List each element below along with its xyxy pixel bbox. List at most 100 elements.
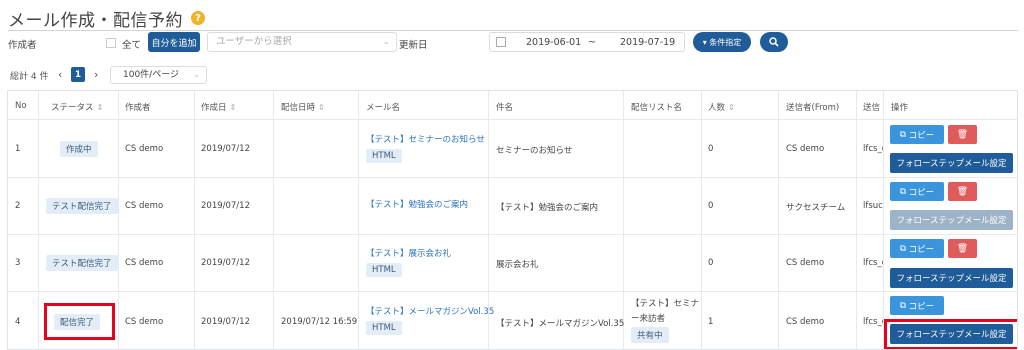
- copy-button-label: コピー: [908, 187, 935, 198]
- next-page-icon[interactable]: ›: [94, 68, 98, 81]
- total-count: 総計 4 件: [10, 72, 49, 82]
- copy-button[interactable]: ⧉ コピー: [890, 296, 944, 315]
- row2-to: lfsuc: [863, 201, 883, 211]
- date-from: 2019-06-01: [526, 37, 582, 48]
- follow-step-button[interactable]: フォローステップメール設定: [890, 153, 1013, 173]
- col-to: 送信: [863, 103, 881, 113]
- ops-column: 操作 ⧉ コピー 🗑 フォローステップメール設定 ⧉ コピー 🗑 フォローステッ…: [883, 91, 1017, 349]
- delete-button[interactable]: 🗑: [948, 182, 977, 201]
- row3-count: 0: [708, 258, 714, 268]
- trash-icon: 🗑: [956, 243, 969, 254]
- row2-no: 2: [15, 201, 21, 211]
- copy-button[interactable]: ⧉ コピー: [890, 182, 944, 201]
- row1-count: 0: [708, 144, 714, 154]
- filter-row: 作成者 全て 自分を追加 ユーザーから選択 ⌄ 更新日 2019-06-01 ~…: [8, 32, 1018, 54]
- date-to: 2019-07-19: [620, 37, 676, 48]
- col-sent-at[interactable]: 配信日時 ⇕: [281, 101, 325, 113]
- copy-button-label: コピー: [908, 244, 935, 255]
- row4-no: 4: [15, 317, 21, 327]
- col-list: 配信リスト名: [631, 103, 683, 113]
- row2-mail-name-link[interactable]: 【テスト】勉強会のご案内: [366, 198, 468, 210]
- col-from: 送信者(From): [786, 103, 840, 113]
- row3-created: 2019/07/12: [201, 258, 250, 268]
- row4-mail-name-link[interactable]: 【テスト】メールマガジンVol.35: [366, 305, 494, 317]
- current-page[interactable]: 1: [71, 67, 85, 82]
- col-ops: 操作: [891, 103, 909, 113]
- row1-format-badge: HTML: [366, 149, 402, 163]
- date-range-input[interactable]: 2019-06-01 ~ 2019-07-19: [489, 32, 685, 52]
- copy-button-label: コピー: [908, 130, 935, 141]
- copy-icon: ⧉: [899, 243, 909, 254]
- row4-sent-at: 2019/07/12 16:59: [281, 317, 358, 327]
- sort-icon: ⇕: [96, 103, 104, 112]
- row4-count: 1: [708, 317, 714, 327]
- row1-subject: セミナーのお知らせ: [496, 146, 573, 156]
- copy-icon: ⧉: [899, 300, 909, 311]
- row3-creator: CS demo: [125, 258, 164, 268]
- row1-no: 1: [15, 144, 21, 154]
- row4-subject: 【テスト】メールマガジンVol.35: [496, 319, 625, 329]
- chevron-down-icon: ⌄: [382, 37, 390, 47]
- col-subject: 件名: [496, 103, 514, 113]
- add-self-button[interactable]: 自分を追加: [148, 32, 200, 52]
- row4-from: CS demo: [786, 317, 825, 327]
- row1-from: CS demo: [786, 144, 825, 154]
- row2-created: 2019/07/12: [201, 201, 250, 211]
- row2-subject: 【テスト】勉強会のご案内: [496, 203, 599, 213]
- all-checkbox[interactable]: [106, 38, 116, 48]
- page-title: メール作成・配信予約: [8, 10, 183, 31]
- trash-icon: 🗑: [956, 129, 969, 140]
- search-icon: [769, 37, 779, 47]
- delete-button[interactable]: 🗑: [948, 239, 977, 258]
- search-button[interactable]: [760, 32, 788, 52]
- calendar-icon: [496, 37, 506, 47]
- sort-icon: ⇕: [318, 103, 325, 112]
- row3-format-badge: HTML: [366, 263, 402, 277]
- row4-format-badge: HTML: [366, 321, 402, 335]
- user-select-placeholder: ユーザーから選択: [216, 36, 292, 47]
- row3-subject: 展示会お礼: [496, 260, 539, 270]
- row1-mail-name-link[interactable]: 【テスト】セミナーのお知らせ: [366, 133, 485, 145]
- copy-button[interactable]: ⧉ コピー: [890, 239, 944, 258]
- help-icon[interactable]: ?: [191, 11, 205, 25]
- follow-step-button-disabled: フォローステップメール設定: [890, 210, 1013, 230]
- row1-created: 2019/07/12: [201, 144, 250, 154]
- row2-count: 0: [708, 201, 714, 211]
- highlight-follow-box: [884, 319, 1017, 349]
- delete-button[interactable]: 🗑: [948, 125, 977, 144]
- row4-list: 【テスト】セミナ: [631, 299, 700, 309]
- copy-button[interactable]: ⧉ コピー: [890, 125, 944, 144]
- col-count[interactable]: 人数 ⇕: [708, 101, 735, 113]
- per-page-value: 100件/ページ: [123, 70, 180, 80]
- prev-page-icon[interactable]: ‹: [58, 68, 62, 81]
- sort-icon: ⇕: [728, 103, 735, 112]
- col-creator: 作成者: [125, 103, 151, 113]
- row4-list-line2: ー来訪者: [631, 314, 666, 324]
- col-sent-at-label: 配信日時: [281, 103, 316, 113]
- col-created-label: 作成日: [201, 103, 227, 113]
- row2-from: サクセスチーム: [786, 203, 846, 213]
- row2-status-badge: テスト配信完了: [46, 198, 118, 214]
- pagination: 総計 4 件 ‹ 1 › 100件/ページ ⌄: [8, 66, 308, 84]
- updated-label: 更新日: [399, 40, 428, 51]
- creator-label: 作成者: [8, 40, 37, 51]
- row3-no: 3: [15, 258, 21, 268]
- copy-icon: ⧉: [899, 186, 909, 197]
- sort-icon: ⇕: [229, 103, 237, 112]
- condition-button[interactable]: ▾ 条件指定: [693, 32, 751, 52]
- row2-creator: CS demo: [125, 201, 164, 211]
- row4-list-badge: 共有中: [631, 327, 669, 343]
- row1-creator: CS demo: [125, 144, 164, 154]
- follow-step-button[interactable]: フォローステップメール設定: [890, 268, 1013, 288]
- col-status[interactable]: ステータス ⇕: [51, 101, 103, 113]
- highlight-status-box: [44, 303, 115, 340]
- row4-creator: CS demo: [125, 317, 164, 327]
- col-status-label: ステータス: [51, 103, 94, 113]
- col-no: No: [15, 101, 27, 111]
- row4-created: 2019/07/12: [201, 317, 250, 327]
- row1-status-badge: 作成中: [60, 141, 98, 157]
- user-select[interactable]: ユーザーから選択 ⌄: [207, 32, 397, 52]
- row3-mail-name-link[interactable]: 【テスト】展示会お礼: [366, 247, 451, 259]
- per-page-select[interactable]: 100件/ページ ⌄: [110, 66, 207, 84]
- col-created[interactable]: 作成日 ⇕: [201, 101, 236, 113]
